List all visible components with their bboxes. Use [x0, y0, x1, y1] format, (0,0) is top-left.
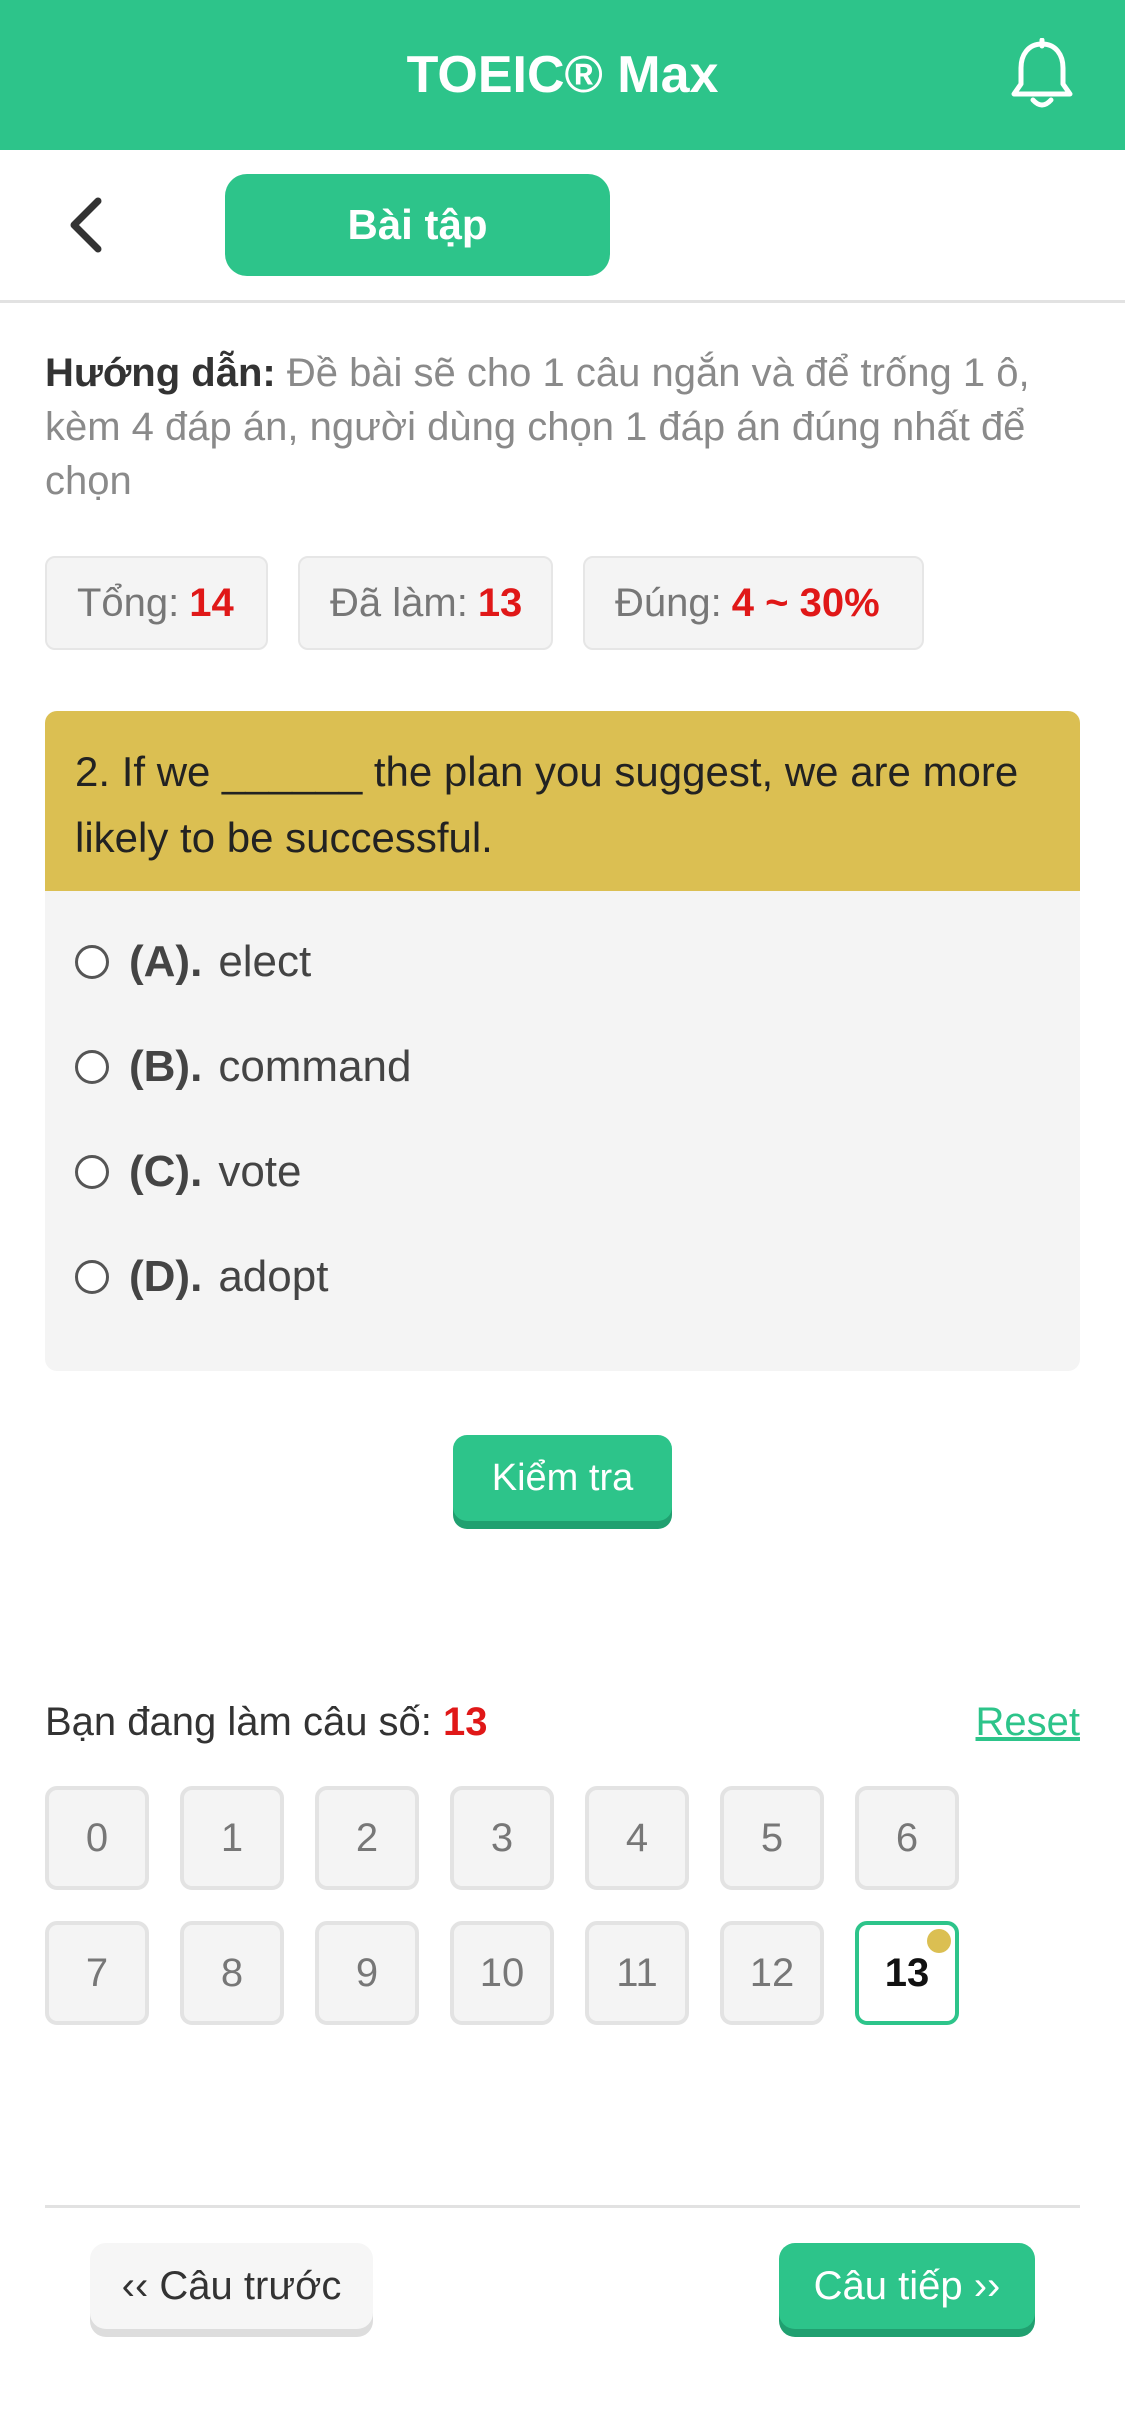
- chevron-left-icon[interactable]: [60, 195, 120, 255]
- radio-button[interactable]: [75, 1154, 109, 1189]
- stat-total-value: 14: [189, 581, 234, 625]
- stat-correct-label: Đúng:: [615, 581, 722, 625]
- check-button[interactable]: Kiểm tra: [453, 1435, 672, 1521]
- radio-button[interactable]: [75, 1049, 109, 1084]
- option-text: adopt: [218, 1251, 329, 1301]
- question-number-7[interactable]: 7: [45, 1921, 149, 2025]
- current-indicator-dot: [927, 1929, 951, 1953]
- option-letter: (A).: [129, 936, 203, 986]
- next-question-button[interactable]: Câu tiếp ››: [779, 2243, 1035, 2329]
- question-number-8[interactable]: 8: [180, 1921, 284, 2025]
- tab-exercises[interactable]: Bài tập: [225, 174, 610, 276]
- progress-label: Bạn đang làm câu số: 13: [45, 1700, 488, 1745]
- progress-current: 13: [443, 1700, 488, 1744]
- option-text: elect: [218, 936, 312, 986]
- option-letter: (B).: [129, 1041, 203, 1091]
- stat-done-label: Đã làm:: [330, 581, 468, 625]
- question-text: 2. If we ______ the plan you suggest, we…: [45, 711, 1080, 891]
- question-number-label: 13: [884, 1951, 930, 1995]
- question-card: 2. If we ______ the plan you suggest, we…: [45, 711, 1080, 1371]
- instructions: Hướng dẫn: Đề bài sẽ cho 1 câu ngắn và đ…: [45, 346, 1085, 508]
- question-number-5[interactable]: 5: [720, 1786, 824, 1890]
- subheader: Bài tập: [0, 150, 1125, 303]
- stat-total-label: Tổng:: [77, 581, 180, 625]
- question-number-1[interactable]: 1: [180, 1786, 284, 1890]
- options-list: (A). elect (B). command (C). vote (D). a…: [45, 891, 1080, 1329]
- stat-done: Đã làm: 13: [298, 556, 553, 650]
- divider: [45, 2205, 1080, 2208]
- app-title: TOEIC® Max: [406, 46, 719, 104]
- question-number-11[interactable]: 11: [585, 1921, 689, 2025]
- option-text: vote: [218, 1146, 302, 1196]
- bell-icon[interactable]: [1010, 37, 1074, 112]
- option-letter: (C).: [129, 1146, 203, 1196]
- stat-correct-value: 4 ~ 30%: [731, 581, 880, 625]
- reset-link[interactable]: Reset: [976, 1700, 1081, 1745]
- option-letter: (D).: [129, 1251, 203, 1301]
- option-text: command: [218, 1041, 412, 1091]
- question-number-13-current[interactable]: 13: [855, 1921, 959, 2025]
- previous-question-button[interactable]: ‹‹ Câu trước: [90, 2243, 373, 2329]
- radio-button[interactable]: [75, 944, 109, 979]
- option-c[interactable]: (C). vote: [45, 1119, 1080, 1224]
- option-b[interactable]: (B). command: [45, 1014, 1080, 1119]
- question-number-12[interactable]: 12: [720, 1921, 824, 2025]
- question-number-3[interactable]: 3: [450, 1786, 554, 1890]
- stat-total: Tổng: 14: [45, 556, 268, 650]
- question-number-2[interactable]: 2: [315, 1786, 419, 1890]
- progress-text: Bạn đang làm câu số:: [45, 1700, 432, 1744]
- instructions-lead: Hướng dẫn:: [45, 351, 276, 395]
- radio-button[interactable]: [75, 1259, 109, 1294]
- stat-done-value: 13: [477, 581, 523, 625]
- stat-correct: Đúng: 4 ~ 30%: [583, 556, 924, 650]
- option-d[interactable]: (D). adopt: [45, 1224, 1080, 1329]
- question-number-9[interactable]: 9: [315, 1921, 419, 2025]
- question-number-4[interactable]: 4: [585, 1786, 689, 1890]
- question-number-0[interactable]: 0: [45, 1786, 149, 1890]
- question-number-10[interactable]: 10: [450, 1921, 554, 2025]
- option-a[interactable]: (A). elect: [45, 909, 1080, 1014]
- question-number-6[interactable]: 6: [855, 1786, 959, 1890]
